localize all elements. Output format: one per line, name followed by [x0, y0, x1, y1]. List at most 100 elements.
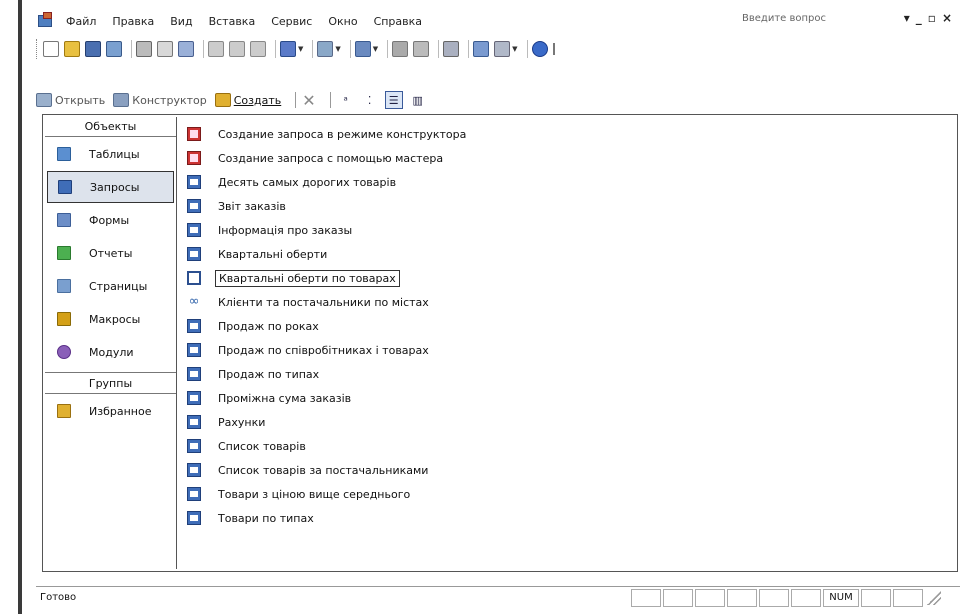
new-object-dropdown-icon[interactable]: ▼ [512, 45, 517, 53]
group-favorites[interactable]: Избранное [47, 395, 174, 427]
object-tables[interactable]: Таблицы [47, 138, 174, 170]
office-links-icon[interactable] [317, 41, 334, 57]
menu-view[interactable]: Вид [170, 15, 192, 28]
print-preview-icon[interactable] [157, 41, 173, 57]
copy-icon[interactable] [229, 41, 245, 57]
restore-button[interactable]: ▫ [928, 11, 936, 25]
office-links-dropdown-icon[interactable]: ▼ [335, 45, 340, 53]
open-folder-icon[interactable] [64, 41, 80, 57]
object-queries[interactable]: Запросы [47, 171, 174, 203]
small-icons-view-icon[interactable]: ⁚ [361, 91, 379, 109]
help-icon[interactable] [531, 41, 548, 57]
close-button[interactable]: × [942, 11, 952, 25]
menu-help[interactable]: Справка [374, 15, 422, 28]
favorites-folder-icon [57, 404, 71, 418]
design-icon [113, 93, 130, 107]
list-item[interactable]: Продаж по співробітниках і товарах [187, 339, 432, 361]
design-button[interactable]: Конструктор [113, 93, 207, 107]
num-lock-indicator: NUM [823, 588, 859, 607]
list-item[interactable]: Товари по типах [187, 507, 317, 529]
status-cell [759, 588, 789, 607]
list-item[interactable]: Продаж по типах [187, 363, 322, 385]
undo-dropdown-icon[interactable]: ▼ [298, 45, 303, 53]
object-forms[interactable]: Формы [47, 204, 174, 236]
list-item-label: Товари з ціною вище середнього [218, 487, 411, 501]
object-label: Модули [89, 345, 134, 359]
list-item[interactable]: Создание запроса с помощью мастера [187, 147, 446, 169]
objects-header[interactable]: Объекты [45, 117, 176, 137]
list-item[interactable]: Десять самых дорогих товарів [187, 171, 399, 193]
object-modules[interactable]: Модули [47, 336, 174, 368]
list-item-label: Список товарів [218, 439, 306, 453]
list-item[interactable]: Список товарів за постачальниками [187, 459, 431, 481]
menu-bar: Файл Правка Вид Вставка Сервис Окно Спра… [36, 8, 956, 34]
list-item[interactable]: Список товарів [187, 435, 309, 457]
spelling-icon[interactable] [178, 41, 194, 57]
minimize-button[interactable]: _ [916, 11, 922, 25]
object-label: Формы [89, 213, 130, 227]
delete-icon[interactable]: ✕ [302, 91, 315, 110]
toolbar-options-icon[interactable] [552, 43, 556, 55]
union-query-icon: ∞ [188, 294, 200, 309]
save-icon[interactable] [85, 41, 101, 57]
script-editor-icon[interactable] [413, 41, 430, 57]
open-button[interactable]: Открыть [36, 93, 105, 107]
large-icons-view-icon[interactable]: ᵃ [337, 91, 355, 109]
list-view-icon[interactable]: ☰ [384, 91, 403, 109]
list-item[interactable]: Квартальні оберти [187, 243, 330, 265]
create-query-wizard-icon [187, 151, 201, 165]
menu-insert[interactable]: Вставка [209, 15, 256, 28]
resize-grip-icon[interactable] [927, 590, 941, 605]
analyze-dropdown-icon[interactable]: ▼ [373, 45, 378, 53]
menu-tools[interactable]: Сервис [271, 15, 312, 28]
database-window: Объекты Таблицы Запросы Формы Отчеты Стр… [42, 114, 958, 572]
select-query-icon [187, 199, 201, 213]
object-label: Страницы [89, 279, 148, 293]
relationships-icon[interactable] [473, 41, 490, 57]
object-label: Отчеты [89, 246, 133, 260]
menu-window[interactable]: Окно [328, 15, 357, 28]
analyze-icon[interactable] [354, 41, 371, 57]
list-item[interactable]: Інформація про заказы [187, 219, 355, 241]
groups-header[interactable]: Группы [45, 372, 176, 394]
print-icon[interactable] [136, 41, 152, 57]
code-icon[interactable] [392, 41, 409, 57]
menu-edit[interactable]: Правка [112, 15, 154, 28]
list-item[interactable]: Проміжна сума заказів [187, 387, 354, 409]
create-button[interactable]: Создать [214, 93, 281, 107]
toolbar-separator [438, 40, 440, 58]
object-reports[interactable]: Отчеты [47, 237, 174, 269]
toolbar-grip[interactable] [36, 39, 39, 59]
list-item-label: Клієнти та постачальники по містах [218, 295, 429, 309]
cut-icon[interactable] [208, 41, 224, 57]
list-item[interactable]: Квартальні оберти по товарах [187, 267, 400, 289]
list-item[interactable]: Звіт заказів [187, 195, 289, 217]
menu-file[interactable]: Файл [66, 15, 96, 28]
list-item[interactable]: Создание запроса в режиме конструктора [187, 123, 469, 145]
list-item[interactable]: ∞ Клієнти та постачальники по містах [187, 291, 432, 313]
paste-icon[interactable] [250, 41, 266, 57]
properties-icon[interactable] [443, 41, 460, 57]
create-icon [214, 93, 231, 107]
list-item-label: Создание запроса в режиме конструктора [218, 127, 467, 141]
list-item-label: Продаж по співробітниках і товарах [218, 343, 429, 357]
select-query-icon [187, 487, 201, 501]
list-item[interactable]: Продаж по роках [187, 315, 322, 337]
new-object-icon[interactable] [494, 41, 511, 57]
macros-icon [57, 312, 71, 326]
modules-icon [57, 345, 71, 359]
undo-icon[interactable] [280, 41, 296, 57]
help-question-input[interactable]: Введите вопрос [736, 10, 886, 30]
select-query-icon [187, 343, 201, 357]
standard-toolbar: ▼ ▼ ▼ ▼ [36, 36, 956, 62]
file-search-icon[interactable] [106, 41, 122, 57]
help-dropdown-icon[interactable]: ▾ [904, 11, 910, 25]
details-view-icon[interactable]: ▥ [409, 91, 427, 109]
list-item[interactable]: Рахунки [187, 411, 268, 433]
object-macros[interactable]: Макросы [47, 303, 174, 335]
new-file-icon[interactable] [43, 41, 59, 57]
app-icon[interactable] [36, 12, 56, 30]
object-pages[interactable]: Страницы [47, 270, 174, 302]
tables-icon [57, 147, 71, 161]
list-item[interactable]: Товари з ціною вище середнього [187, 483, 413, 505]
